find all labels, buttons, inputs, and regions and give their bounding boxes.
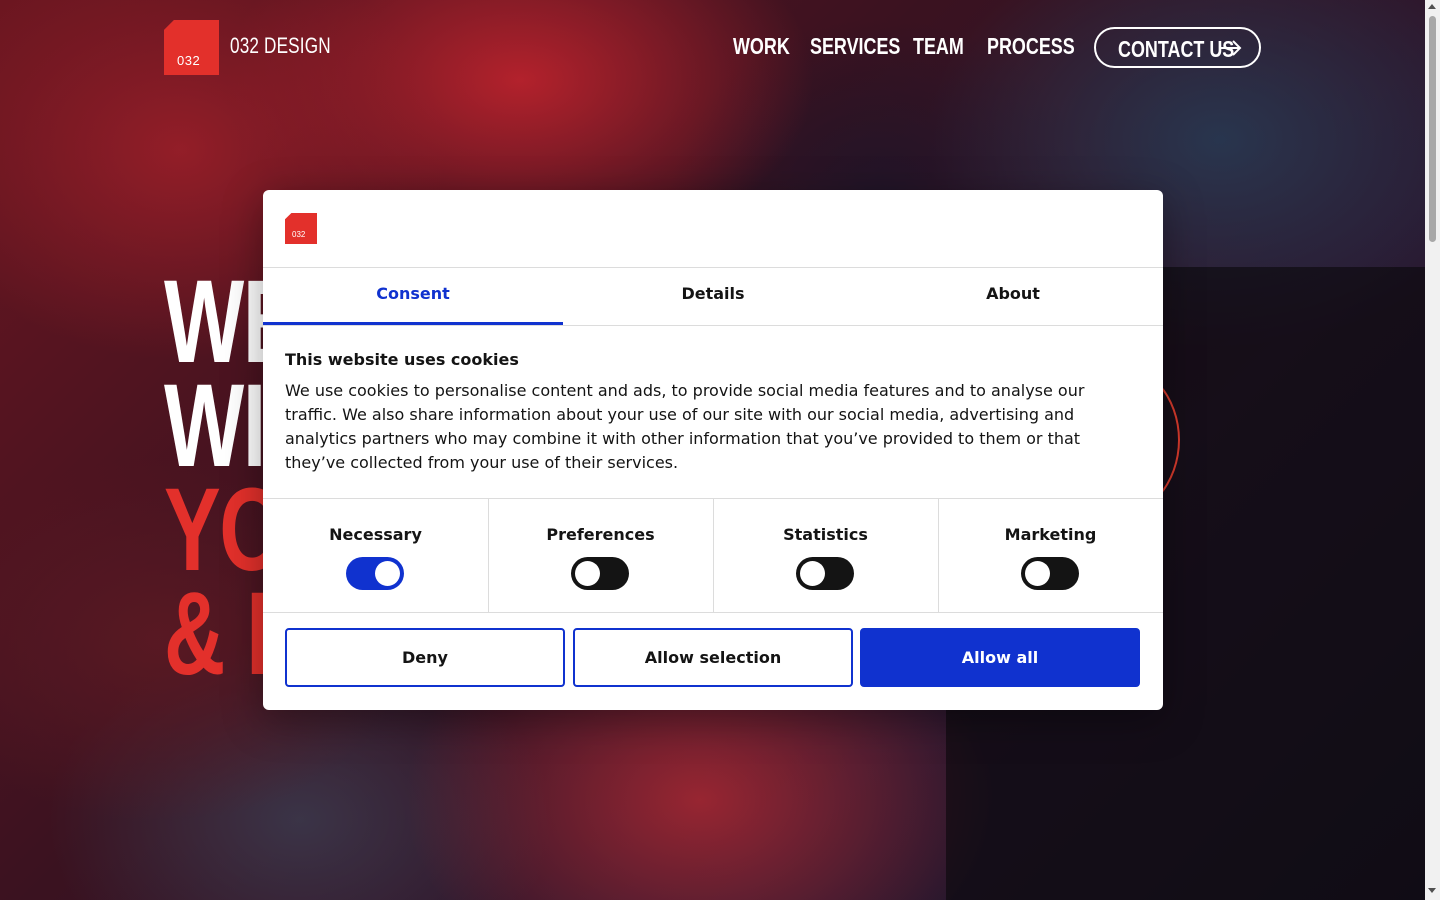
nav-services[interactable]: SERVICES [810, 33, 900, 60]
cookie-consent-dialog: 032 Consent Details About This website u… [263, 190, 1163, 710]
category-preferences: Preferences [488, 499, 713, 612]
dialog-description: We use cookies to personalise content an… [285, 381, 1085, 472]
preferences-toggle[interactable] [571, 557, 629, 590]
category-label: Marketing [1004, 525, 1097, 544]
nav-process[interactable]: PROCESS [987, 33, 1075, 60]
dialog-logo: 032 [285, 213, 317, 244]
toggle-knob [375, 561, 400, 586]
toggle-knob [575, 561, 600, 586]
arrow-right-icon [1219, 40, 1242, 56]
statistics-toggle[interactable] [796, 557, 854, 590]
scroll-up-arrow-icon[interactable] [1428, 4, 1436, 9]
category-label: Preferences [546, 525, 655, 544]
tab-consent[interactable]: Consent [263, 268, 563, 325]
divider [263, 612, 1163, 613]
allow-all-button[interactable]: Allow all [860, 628, 1140, 687]
site-logo[interactable]: 032 [164, 20, 219, 75]
dialog-title: This website uses cookies [285, 350, 519, 369]
deny-button[interactable]: Deny [285, 628, 565, 687]
tab-details[interactable]: Details [563, 268, 863, 325]
toggle-knob [1025, 561, 1050, 586]
logo-text: 032 [177, 53, 201, 68]
brand-name[interactable]: 032 DESIGN [230, 33, 331, 59]
nav-team[interactable]: TEAM [913, 33, 964, 60]
category-marketing: Marketing [938, 499, 1163, 612]
tab-about[interactable]: About [863, 268, 1163, 325]
allow-selection-button[interactable]: Allow selection [573, 628, 853, 687]
divider [263, 325, 1163, 326]
contact-us-label: CONTACT US [1118, 36, 1235, 62]
dialog-logo-text: 032 [292, 230, 306, 239]
toggle-knob [800, 561, 825, 586]
marketing-toggle[interactable] [1021, 557, 1079, 590]
category-label: Statistics [783, 525, 868, 544]
nav-work[interactable]: WORK [733, 33, 790, 60]
scroll-down-arrow-icon[interactable] [1428, 888, 1436, 893]
scrollbar-thumb[interactable] [1429, 16, 1436, 242]
category-necessary: Necessary [263, 499, 488, 612]
necessary-toggle[interactable] [346, 557, 404, 590]
category-label: Necessary [329, 525, 422, 544]
page-scrollbar[interactable] [1425, 0, 1440, 900]
category-statistics: Statistics [713, 499, 938, 612]
contact-us-button[interactable]: CONTACT US [1094, 27, 1261, 68]
